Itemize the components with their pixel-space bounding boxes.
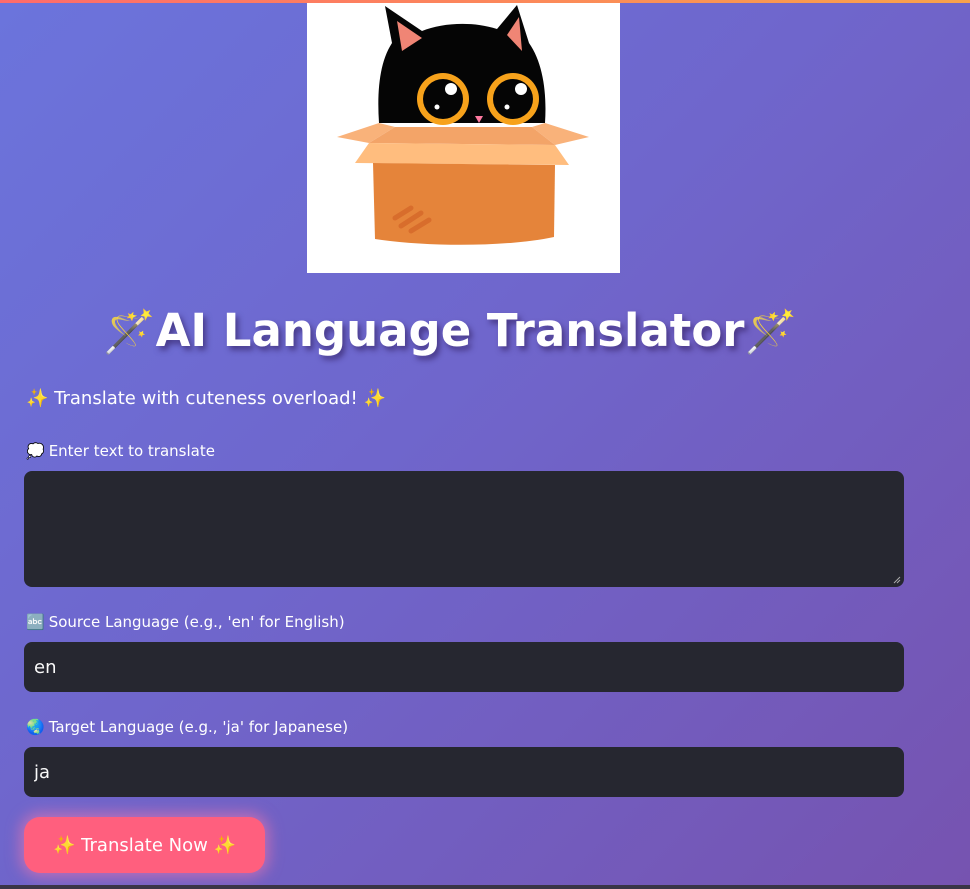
speech-bubble-icon: 💭 <box>26 442 45 460</box>
target-language-input[interactable] <box>24 747 904 797</box>
page-title-text: AI Language Translator <box>155 304 745 357</box>
subtitle-text: Translate with cuteness overload! <box>54 388 358 409</box>
text-to-translate-input[interactable] <box>24 471 904 587</box>
page-title: 🪄AI Language Translator🪄 <box>0 294 900 369</box>
sparkles-icon: ✨ <box>26 388 49 409</box>
text-field-label: 💭 Enter text to translate <box>26 442 215 460</box>
source-language-input[interactable] <box>24 642 904 692</box>
cat-in-box-image <box>307 3 620 273</box>
target-language-label: 🌏 Target Language (e.g., 'ja' for Japanes… <box>26 718 349 736</box>
magic-wand-icon: 🪄 <box>744 307 797 356</box>
app-root: 🪄AI Language Translator🪄 ✨ Translate wit… <box>0 0 970 889</box>
resize-handle-icon[interactable] <box>893 576 901 584</box>
sparkles-icon: ✨ <box>53 834 76 856</box>
abc-input-icon: 🔤 <box>26 613 45 631</box>
subtitle: ✨ Translate with cuteness overload! ✨ <box>26 387 386 411</box>
translate-now-label: Translate Now <box>81 834 208 856</box>
sparkles-icon: ✨ <box>363 388 386 409</box>
footer-bar <box>0 885 970 889</box>
sparkles-icon: ✨ <box>213 834 236 856</box>
magic-wand-icon: 🪄 <box>103 307 156 356</box>
cat-in-box-illustration <box>337 5 589 245</box>
translate-now-button[interactable]: ✨ Translate Now ✨ <box>24 817 265 873</box>
source-language-label: 🔤 Source Language (e.g., 'en' for English… <box>26 613 345 631</box>
globe-icon: 🌏 <box>26 718 45 736</box>
